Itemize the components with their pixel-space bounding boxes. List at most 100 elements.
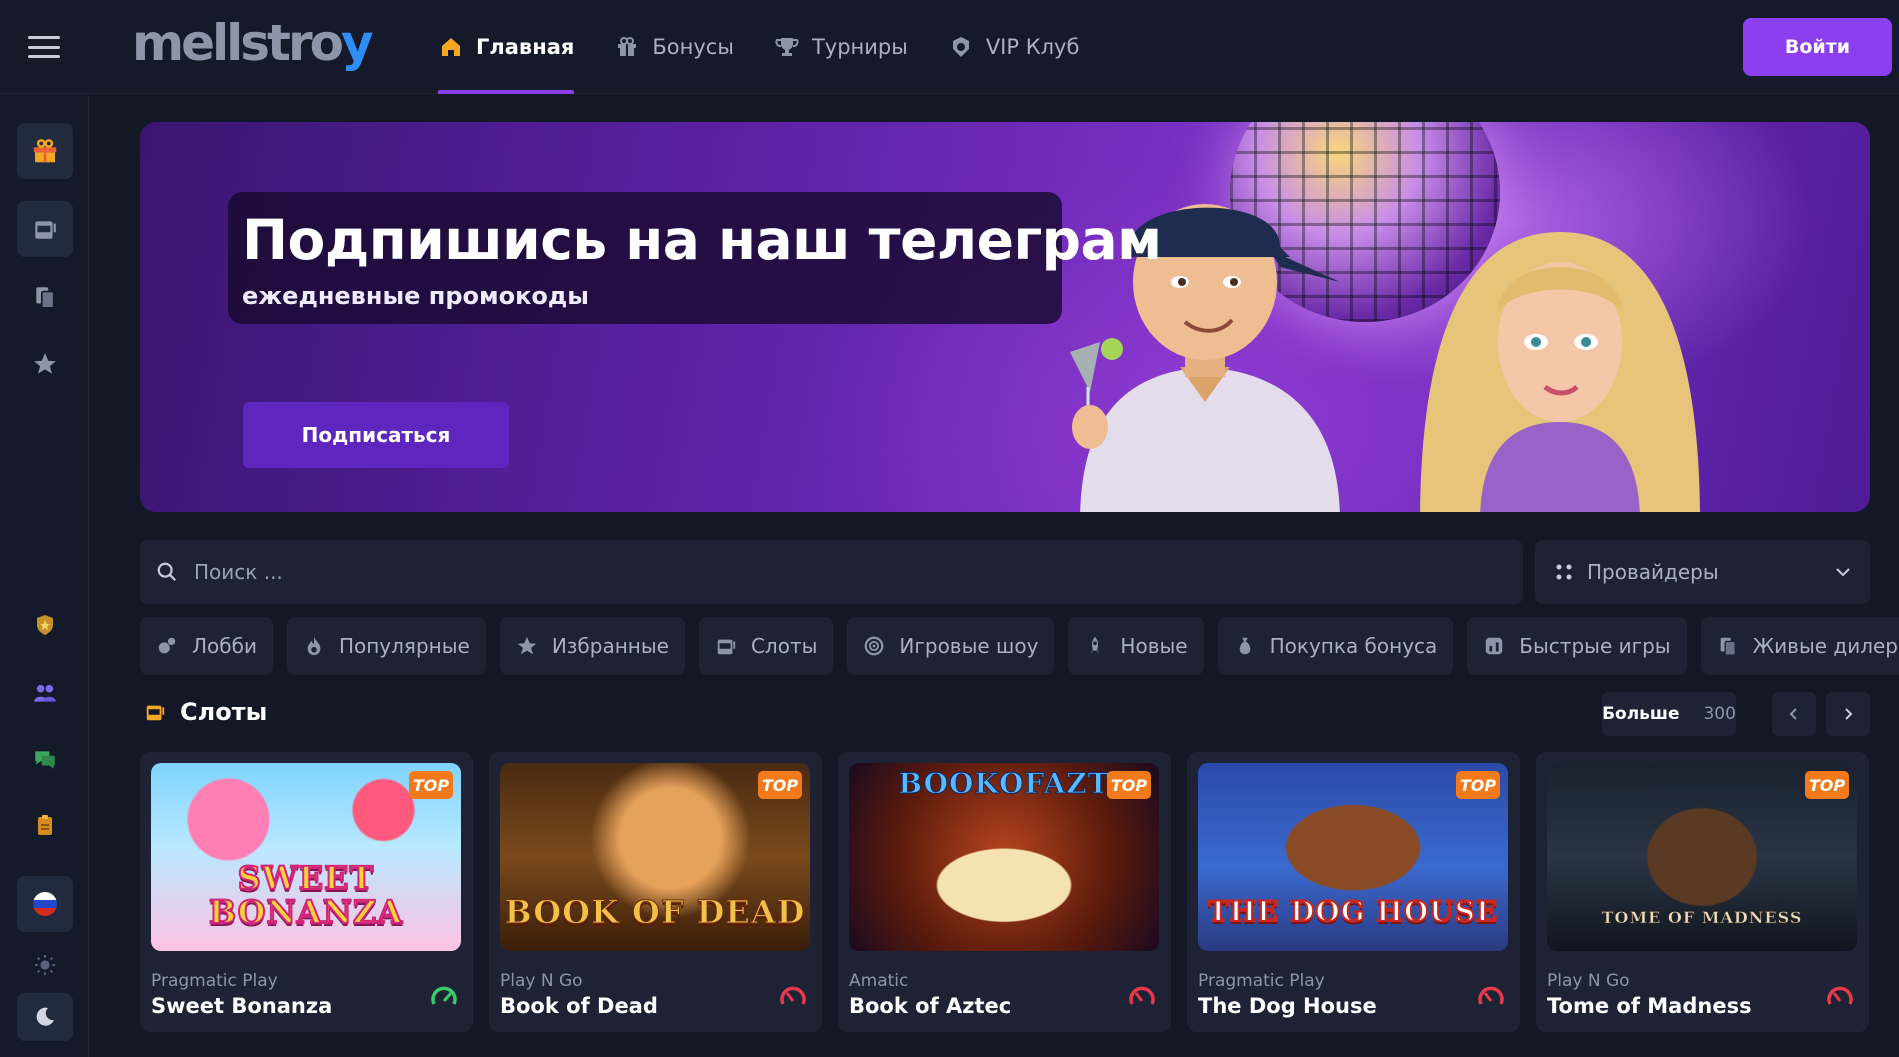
top-badge: TOP: [758, 771, 802, 799]
nav-vip-club[interactable]: VIP Клуб: [948, 0, 1080, 94]
game-provider: Play N Go: [500, 971, 583, 991]
search-input[interactable]: [194, 560, 1494, 584]
game-provider: Play N Go: [1547, 971, 1630, 991]
game-name: Book of Dead: [500, 994, 658, 1018]
promo-banner[interactable]: Подпишись на наш телеграм ежедневные про…: [140, 122, 1870, 512]
game-provider: Pragmatic Play: [1198, 971, 1325, 991]
tab-live-dealers[interactable]: Живые дилеры: [1700, 617, 1899, 675]
vip-icon: [948, 34, 974, 60]
tab-new[interactable]: Новые: [1068, 617, 1204, 675]
nav-tournaments-label: Турниры: [811, 35, 908, 59]
high-volatility-icon: [780, 986, 806, 1005]
nav-bonuses[interactable]: Бонусы: [614, 0, 734, 94]
money-bag-icon: [1239, 637, 1250, 655]
low-volatility-icon: [431, 986, 457, 1005]
tab-slots[interactable]: Слоты: [698, 617, 834, 675]
slot-machine-icon: [35, 221, 56, 239]
section-title-text: Слоты: [180, 698, 268, 726]
next-button[interactable]: [1826, 692, 1870, 736]
game-thumbnail: BOOK OF DEAD TOP: [500, 763, 810, 951]
game-card[interactable]: TOME OF MADNESS TOP Play N Go Tome of Ma…: [1536, 752, 1869, 1032]
gift-icon: [614, 34, 640, 60]
sidebar: [0, 95, 89, 1057]
theme-dark-button[interactable]: [17, 993, 73, 1041]
providers-label: Провайдеры: [1587, 560, 1719, 584]
sidebar-bonus-button[interactable]: [17, 123, 73, 179]
wheel-icon: [865, 636, 884, 656]
tab-popular-label: Популярные: [338, 634, 470, 658]
game-name: Tome of Madness: [1547, 994, 1752, 1018]
search-icon: [157, 562, 177, 582]
tab-favorites[interactable]: Избранные: [499, 617, 685, 675]
shield-icon: [37, 615, 53, 635]
top-badge: TOP: [1805, 771, 1849, 799]
sidebar-chat-button[interactable]: [17, 731, 73, 787]
game-card[interactable]: BOOK OF DEAD TOP Play N Go Book of Dead: [489, 752, 822, 1032]
nav-vip-label: VIP Клуб: [985, 35, 1080, 59]
hero-subtitle: ежедневные промокоды: [242, 282, 590, 310]
login-button[interactable]: Войти: [1743, 18, 1892, 76]
tab-new-label: Новые: [1120, 634, 1188, 658]
slot-machine-icon: [146, 705, 165, 721]
hero-title: Подпишись на наш телеграм: [242, 208, 1162, 272]
logo-accent: y: [340, 14, 374, 72]
main-nav: Главная Бонусы Турниры VIP Клуб: [438, 0, 1119, 94]
section-slots-title: Слоты: [144, 698, 267, 726]
more-button[interactable]: Больше 300: [1602, 692, 1736, 736]
nav-tournaments[interactable]: Турниры: [774, 0, 908, 94]
search-bar: [140, 540, 1523, 604]
game-card[interactable]: THE DOG HOUSE TOP Pragmatic Play The Dog…: [1187, 752, 1520, 1032]
high-volatility-icon: [1478, 986, 1504, 1005]
cards-icon: [36, 287, 55, 309]
game-thumb-title: THE DOG HOUSE: [1207, 894, 1499, 929]
sidebar-slots-button[interactable]: [17, 201, 73, 257]
nav-home[interactable]: Главная: [438, 0, 575, 94]
game-thumbnail: BOOKOFAZT TOP: [849, 763, 1159, 951]
more-label: Больше: [1602, 704, 1680, 724]
subscribe-button[interactable]: Подписаться: [243, 402, 509, 468]
star-icon: [34, 353, 56, 374]
tab-game-shows[interactable]: Игровые шоу: [847, 617, 1055, 675]
game-thumb-title: TOME OF MADNESS: [1601, 908, 1803, 927]
sidebar-vip-button[interactable]: [17, 597, 73, 653]
more-count: 300: [1703, 704, 1736, 724]
logo[interactable]: mellstroy: [132, 14, 374, 72]
game-thumb-title: BOOK OF DEAD: [504, 893, 806, 931]
game-card[interactable]: SWEET BONANZA TOP Pragmatic Play Sweet B…: [140, 752, 473, 1032]
tab-lobby[interactable]: Лобби: [140, 617, 273, 675]
tab-popular[interactable]: Популярные: [286, 617, 486, 675]
language-selector[interactable]: [17, 876, 73, 932]
nav-home-label: Главная: [476, 35, 575, 59]
game-thumb-title: SWEET BONANZA: [208, 859, 404, 931]
sidebar-users-button[interactable]: [17, 665, 73, 721]
rocket-icon: [1090, 636, 1101, 655]
tab-bonus-buy[interactable]: Покупка бонуса: [1217, 617, 1454, 675]
game-provider: Amatic: [849, 971, 909, 991]
nav-bonuses-label: Бонусы: [652, 35, 734, 59]
menu-icon[interactable]: [28, 36, 60, 58]
home-icon: [438, 34, 464, 60]
providers-dropdown[interactable]: Провайдеры: [1535, 540, 1870, 604]
tab-favorites-label: Избранные: [551, 634, 669, 658]
fire-icon: [307, 636, 321, 656]
woman-character-image: [1420, 232, 1700, 512]
slot-machine-icon: [717, 639, 736, 655]
theme-light-button[interactable]: [17, 943, 73, 987]
grid-dots-icon: [1556, 564, 1572, 580]
sidebar-tasks-button[interactable]: [17, 797, 73, 853]
games-carousel: SWEET BONANZA TOP Pragmatic Play Sweet B…: [140, 752, 1869, 1032]
sidebar-favorites-button[interactable]: [17, 336, 73, 392]
users-icon: [34, 684, 56, 702]
tab-bonus-buy-label: Покупка бонуса: [1269, 634, 1438, 658]
game-card[interactable]: BOOKOFAZT TOP Amatic Book of Aztec: [838, 752, 1171, 1032]
top-badge: TOP: [1107, 771, 1151, 799]
chevron-left-icon: [1789, 708, 1797, 720]
prev-button[interactable]: [1772, 692, 1816, 736]
russia-flag-icon: [33, 892, 57, 916]
high-volatility-icon: [1827, 986, 1853, 1005]
sidebar-cards-button[interactable]: [17, 269, 73, 325]
chat-icon: [35, 751, 55, 769]
tab-quick-games[interactable]: Быстрые игры: [1467, 617, 1687, 675]
category-tabs: Лобби Популярные Избранные Слоты Игровые…: [140, 617, 1899, 675]
clipboard-icon: [38, 815, 52, 835]
